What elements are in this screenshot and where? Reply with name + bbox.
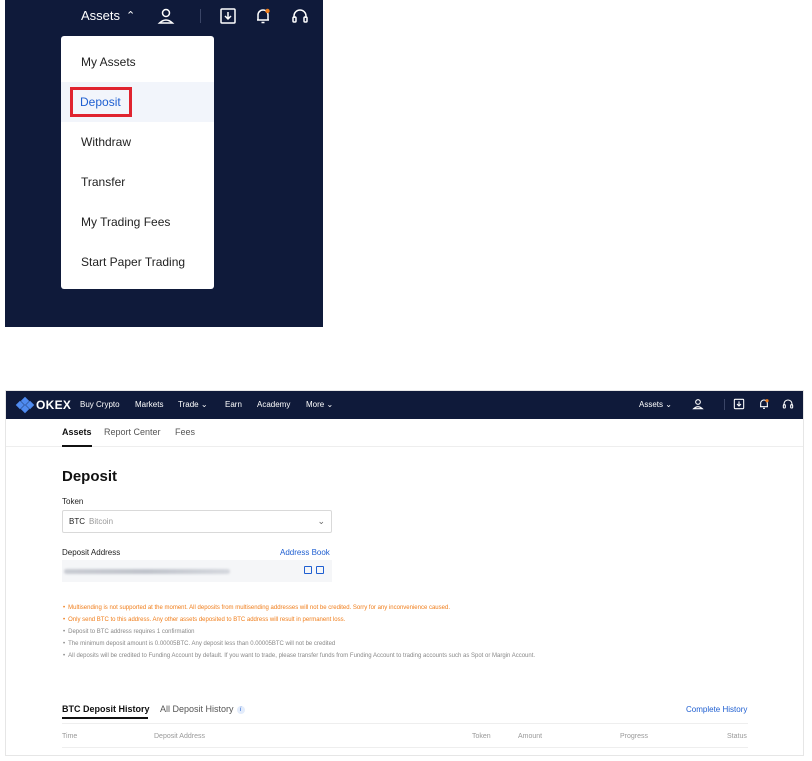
note-funding-account: All deposits will be credited to Funding… — [63, 650, 535, 662]
chevron-down-icon: ⌄ — [326, 400, 334, 409]
bell-icon[interactable] — [758, 398, 770, 410]
main-nav-bar: OKEX Buy Crypto Markets Trade ⌄ Earn Aca… — [6, 391, 803, 419]
deposit-address-box — [62, 560, 332, 582]
note-multisending: Multisending is not supported at the mom… — [63, 602, 535, 614]
table-header-divider — [62, 747, 748, 748]
nav-assets[interactable]: Assets ⌄ — [639, 400, 672, 409]
token-label: Token — [62, 497, 84, 506]
deposit-page-screenshot: OKEX Buy Crypto Markets Trade ⌄ Earn Aca… — [5, 390, 804, 756]
tab-fees[interactable]: Fees — [175, 427, 195, 437]
logo-text: OKEX — [36, 398, 72, 412]
nav-markets[interactable]: Markets — [135, 400, 163, 409]
menu-item-label: My Trading Fees — [81, 215, 171, 229]
menu-item-label: Transfer — [81, 175, 126, 189]
token-select[interactable]: BTC Bitcoin ⌄ — [62, 510, 332, 533]
menu-item-my-assets[interactable]: My Assets — [61, 42, 214, 82]
headset-icon[interactable] — [291, 7, 309, 25]
chevron-up-icon: ⌃ — [126, 10, 136, 22]
logo-icon — [15, 396, 35, 414]
complete-history-link[interactable]: Complete History — [686, 705, 747, 714]
tab-label: All Deposit History — [160, 704, 234, 714]
nav-assets-label: Assets — [639, 400, 664, 409]
note-minimum-deposit: The minimum deposit amount is 0.00005BTC… — [63, 638, 535, 650]
page-title: Deposit — [62, 468, 118, 485]
menu-item-deposit[interactable]: Deposit — [61, 82, 214, 122]
token-name: Bitcoin — [89, 517, 114, 526]
user-icon[interactable] — [157, 7, 175, 25]
menu-item-label: My Assets — [81, 55, 136, 69]
user-icon[interactable] — [692, 398, 704, 410]
blurred-address — [64, 569, 230, 574]
menu-item-label: Deposit — [80, 95, 121, 109]
info-icon[interactable]: i — [236, 705, 245, 714]
column-token: Token — [472, 733, 491, 740]
nav-divider — [724, 399, 725, 410]
nav-buy-crypto[interactable]: Buy Crypto — [80, 400, 120, 409]
deposit-notes: Multisending is not supported at the mom… — [63, 602, 535, 662]
qr-code-icon[interactable] — [316, 566, 324, 574]
headset-icon[interactable] — [782, 398, 794, 410]
assets-menu-toggle[interactable]: Assets ⌃ — [81, 8, 135, 23]
note-only-btc: Only send BTC to this address. Any other… — [63, 614, 535, 626]
active-tab-underline — [62, 445, 92, 447]
menu-item-label: Withdraw — [81, 135, 132, 149]
menu-item-withdraw[interactable]: Withdraw — [61, 122, 214, 162]
asset-subtabs: Assets Report Center Fees — [6, 419, 803, 447]
assets-menu-label: Assets — [81, 8, 121, 23]
tab-assets[interactable]: Assets — [62, 427, 92, 437]
deposit-highlight-box: Deposit — [70, 87, 132, 117]
tab-all-deposit-history[interactable]: All Deposit History i — [160, 704, 245, 714]
note-confirmation: Deposit to BTC address requires 1 confir… — [63, 626, 535, 638]
nav-trade-label: Trade — [178, 400, 199, 409]
tab-report-center[interactable]: Report Center — [104, 427, 161, 437]
column-deposit-address: Deposit Address — [154, 733, 205, 740]
chevron-down-icon: ⌄ — [200, 400, 208, 409]
chevron-down-icon: ⌄ — [317, 516, 325, 526]
nav-academy[interactable]: Academy — [257, 400, 290, 409]
nav-earn[interactable]: Earn — [225, 400, 242, 409]
assets-dropdown-screenshot: Assets ⌃ My Assets Deposit Withdraw Tran… — [5, 0, 323, 327]
copy-icon[interactable] — [304, 566, 312, 574]
menu-item-start-paper-trading[interactable]: Start Paper Trading — [61, 242, 214, 282]
address-book-link[interactable]: Address Book — [280, 548, 330, 557]
menu-item-transfer[interactable]: Transfer — [61, 162, 214, 202]
download-icon[interactable] — [219, 7, 237, 25]
okex-logo[interactable]: OKEX — [15, 396, 72, 414]
nav-trade[interactable]: Trade ⌄ — [178, 400, 208, 409]
download-icon[interactable] — [733, 398, 745, 410]
history-divider — [62, 723, 748, 724]
nav-more-label: More — [306, 400, 325, 409]
chevron-down-icon: ⌄ — [665, 400, 672, 409]
column-progress: Progress — [620, 733, 649, 740]
token-symbol: BTC — [69, 517, 85, 526]
active-history-underline — [62, 717, 148, 719]
deposit-address-label: Deposit Address — [62, 548, 121, 557]
bell-icon[interactable] — [254, 7, 272, 25]
column-status: Status — [727, 733, 747, 740]
top-nav-bar: Assets ⌃ — [5, 0, 323, 34]
column-time: Time — [62, 733, 78, 740]
menu-item-label: Start Paper Trading — [81, 255, 186, 269]
tab-btc-deposit-history[interactable]: BTC Deposit History — [62, 704, 150, 714]
column-amount: Amount — [518, 733, 543, 740]
nav-divider — [200, 9, 201, 23]
nav-more[interactable]: More ⌄ — [306, 400, 333, 409]
assets-dropdown-menu: My Assets Deposit Withdraw Transfer My T… — [61, 36, 214, 289]
menu-item-my-trading-fees[interactable]: My Trading Fees — [61, 202, 214, 242]
